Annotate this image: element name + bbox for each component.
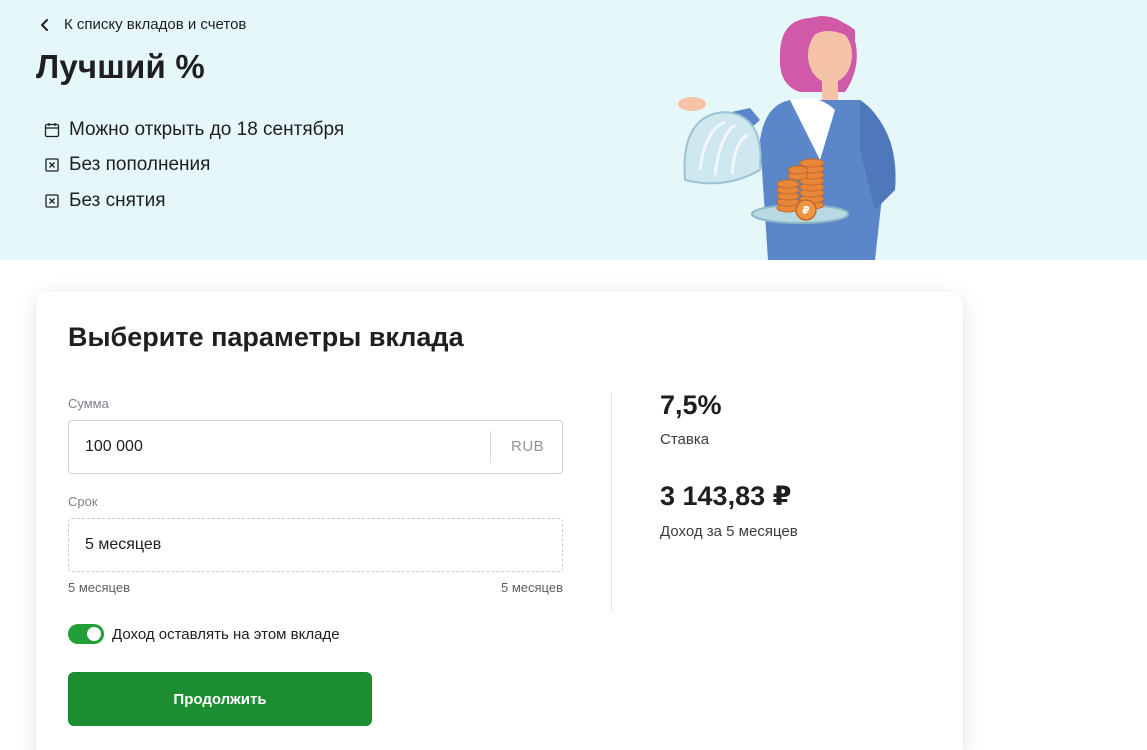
hero-banner: К списку вкладов и счетов Лучший % Можно… [0, 0, 1147, 260]
amount-label: Сумма [68, 396, 109, 411]
crossed-box-icon [44, 157, 60, 173]
feature-text: Без пополнения [69, 154, 211, 176]
deposit-features-list: Можно открыть до 18 сентября Без пополне… [44, 112, 344, 219]
svg-text:₽: ₽ [802, 204, 810, 217]
income-value: 3 143,83 ₽ [660, 481, 792, 511]
woman-with-coins-tray-illustration: ₽ [678, 16, 896, 260]
vertical-divider [611, 392, 612, 612]
currency-label: RUB [511, 438, 545, 455]
rate-label: Ставка [660, 431, 710, 448]
reinvest-toggle-row: Доход оставлять на этом вкладе [68, 624, 340, 644]
term-field[interactable]: 5 месяцев [68, 518, 563, 572]
term-label: Срок [68, 494, 98, 509]
feature-text: Можно открыть до 18 сентября [69, 118, 345, 140]
chevron-left-icon [38, 18, 52, 32]
feature-open-until: Можно открыть до 18 сентября [44, 112, 344, 148]
term-max-label: 5 месяцев [501, 580, 563, 595]
feature-text: Без снятия [69, 189, 166, 211]
amount-input[interactable] [69, 421, 489, 473]
continue-button[interactable]: Продолжить [68, 672, 372, 726]
calendar-icon [44, 122, 60, 138]
back-link-label: К списку вкладов и счетов [64, 16, 247, 33]
reinvest-toggle-label: Доход оставлять на этом вкладе [112, 625, 340, 643]
page-title: Лучший % [36, 48, 205, 85]
feature-no-withdrawal: Без снятия [44, 183, 344, 219]
crossed-box-icon [44, 193, 60, 209]
term-min-label: 5 месяцев [68, 580, 130, 595]
card-title: Выберите параметры вклада [68, 322, 464, 352]
amount-field: RUB [68, 420, 563, 474]
feature-no-topup: Без пополнения [44, 148, 344, 184]
toggle-knob [87, 627, 101, 641]
deposit-params-card: Выберите параметры вклада Сумма RUB Срок… [36, 292, 963, 750]
rate-value: 7,5% [660, 390, 722, 420]
back-to-deposits-link[interactable]: К списку вкладов и счетов [38, 16, 246, 33]
reinvest-toggle[interactable] [68, 624, 104, 644]
currency-divider [490, 431, 491, 463]
income-label: Доход за 5 месяцев [660, 523, 798, 540]
